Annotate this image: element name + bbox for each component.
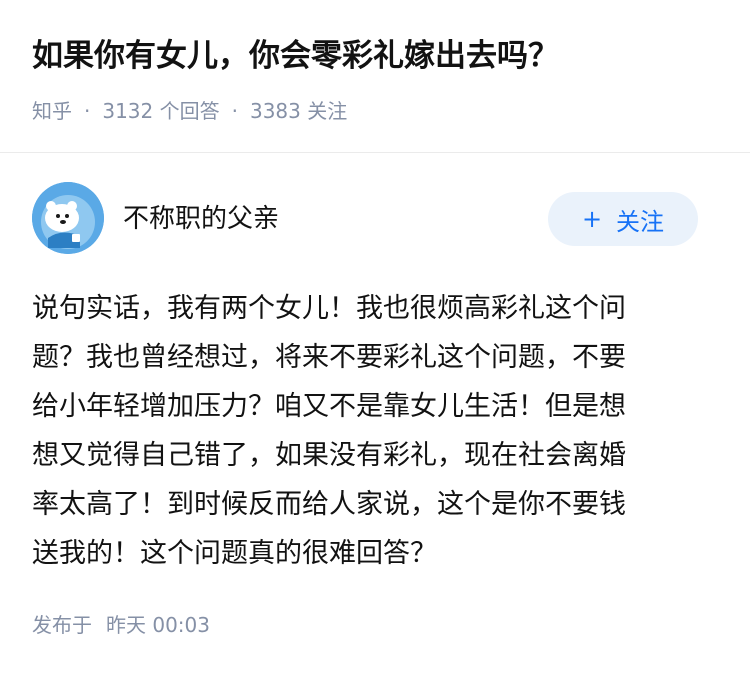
answer-line: 给小年轻增加压力？咱又不是靠女儿生活！但是想: [32, 391, 626, 422]
publish-timestamp: 发布于 昨天 00:03: [32, 609, 210, 638]
question-meta: 知乎 · 3132 个回答 · 3383 关注: [32, 95, 347, 124]
answers-label: 个回答: [159, 99, 220, 123]
separator-dot: ·: [84, 99, 91, 123]
answer-line: 题？我也曾经想过，将来不要彩礼这个问题，不要: [32, 342, 626, 373]
polar-bear-avatar-icon: [32, 182, 104, 254]
author-row: 不称职的父亲 + 关注: [32, 182, 698, 256]
published-time: 昨天 00:03: [106, 613, 210, 637]
separator-dot: ·: [231, 99, 238, 123]
author-name[interactable]: 不称职的父亲: [123, 198, 279, 235]
answers-count: 3132: [102, 99, 154, 123]
answer-line: 想又觉得自己错了，如果没有彩礼，现在社会离婚: [32, 440, 626, 471]
avatar[interactable]: [32, 182, 104, 254]
published-prefix: 发布于: [32, 613, 92, 637]
answer-line: 说句实话，我有两个女儿！我也很烦高彩礼这个问: [32, 293, 626, 324]
answer-line: 送我的！这个问题真的很难回答？: [32, 538, 437, 569]
source-label[interactable]: 知乎: [32, 99, 72, 123]
follow-label: 关注: [616, 207, 665, 236]
divider: [0, 152, 750, 153]
followers-label: 关注: [307, 99, 348, 123]
follow-button[interactable]: + 关注: [548, 192, 698, 246]
answer-line: 率太高了！到时候反而给人家说，这个是你不要钱: [32, 489, 626, 520]
question-title[interactable]: 如果你有女儿，你会零彩礼嫁出去吗？: [32, 34, 718, 78]
followers-count: 3383: [249, 99, 301, 123]
answer-body: 说句实话，我有两个女儿！我也很烦高彩礼这个问 题？我也曾经想过，将来不要彩礼这个…: [32, 284, 702, 578]
question-header: 如果你有女儿，你会零彩礼嫁出去吗？: [32, 34, 718, 78]
plus-icon: +: [581, 205, 603, 233]
